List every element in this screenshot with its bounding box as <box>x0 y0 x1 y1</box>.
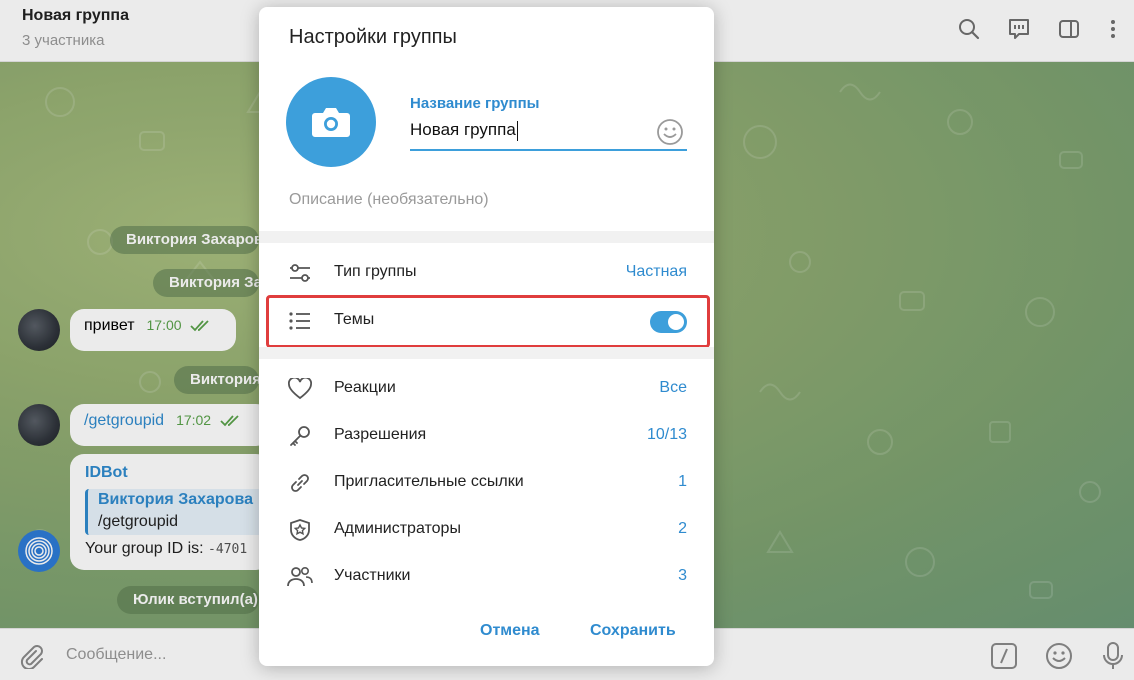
sliders-icon <box>287 260 313 286</box>
members-label: Участники <box>334 567 411 584</box>
members-value: 3 <box>678 567 687 584</box>
permissions-row[interactable]: Разрешения 10/13 <box>259 412 714 459</box>
heart-icon <box>287 376 313 402</box>
invite-links-value: 1 <box>678 473 687 490</box>
group-type-row[interactable]: Тип группы Частная <box>259 249 714 296</box>
group-name-value: Новая группа <box>410 120 516 139</box>
group-type-value: Частная <box>625 263 687 280</box>
cancel-button[interactable]: Отмена <box>480 622 540 640</box>
emoji-icon[interactable] <box>655 117 685 147</box>
group-name-label: Название группы <box>410 95 540 112</box>
highlight-box <box>266 295 710 348</box>
group-name-input[interactable]: Новая группа <box>410 115 687 151</box>
set-photo-button[interactable] <box>286 77 376 167</box>
invite-links-row[interactable]: Пригласительные ссылки 1 <box>259 459 714 506</box>
group-type-label: Тип группы <box>334 263 417 280</box>
link-icon <box>287 470 313 496</box>
shield-star-icon <box>287 517 313 543</box>
reactions-row[interactable]: Реакции Все <box>259 365 714 412</box>
reactions-label: Реакции <box>334 379 396 396</box>
reactions-value: Все <box>659 379 687 396</box>
users-icon <box>287 564 313 590</box>
section-divider <box>259 347 714 359</box>
group-settings-dialog: Настройки группы Название группы Новая г… <box>259 7 714 666</box>
invite-links-label: Пригласительные ссылки <box>334 473 524 490</box>
camera-icon <box>312 108 350 137</box>
administrators-row[interactable]: Администраторы 2 <box>259 506 714 553</box>
save-button[interactable]: Сохранить <box>590 622 676 640</box>
section-divider <box>259 231 714 243</box>
dialog-title: Настройки группы <box>289 26 457 48</box>
text-caret <box>516 120 518 141</box>
administrators-label: Администраторы <box>334 520 461 537</box>
administrators-value: 2 <box>678 520 687 537</box>
key-icon <box>287 423 313 449</box>
permissions-label: Разрешения <box>334 426 427 443</box>
description-input[interactable]: Описание (необязательно) <box>289 191 489 209</box>
permissions-value: 10/13 <box>646 426 687 443</box>
members-row[interactable]: Участники 3 <box>259 553 714 600</box>
